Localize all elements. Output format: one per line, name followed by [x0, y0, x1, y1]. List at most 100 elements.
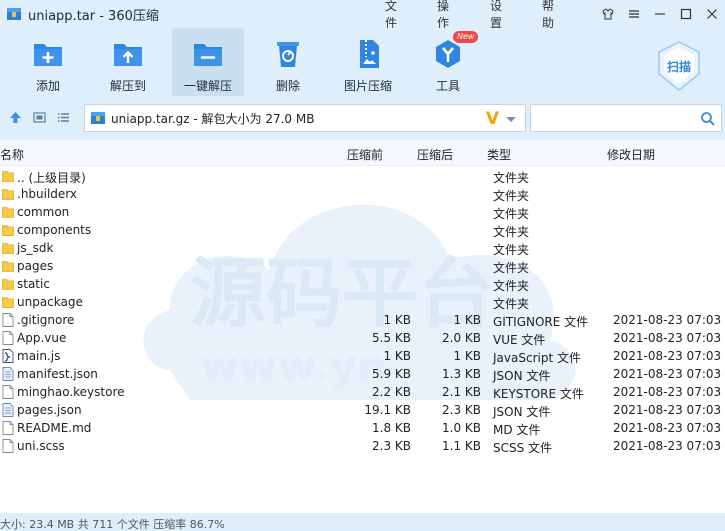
file-type: 文件夹	[493, 189, 530, 203]
file-type: MD 文件	[493, 423, 541, 437]
tools-button[interactable]: New 工具	[412, 28, 484, 96]
thumbnail-view-icon[interactable]	[32, 110, 47, 125]
verified-v-icon[interactable]: V	[486, 109, 499, 129]
file-name: pages	[17, 259, 54, 273]
image-compress-label: 图片压缩	[343, 79, 392, 93]
col-type[interactable]: 类型	[487, 146, 511, 163]
file-name: unpackage	[17, 295, 83, 309]
archive-file-icon	[91, 112, 105, 124]
file-row[interactable]: .hbuilderx 文件夹	[0, 185, 725, 203]
chevron-down-icon[interactable]	[505, 116, 517, 124]
menu-help[interactable]: 帮助	[542, 0, 554, 31]
file-row[interactable]: README.md 1.8 KB 1.0 KB MD 文件 2021-08-23 07:…	[0, 419, 725, 437]
file-type: 文件夹	[493, 279, 530, 293]
modified-date: 2021-08-23 07:03	[613, 331, 722, 345]
file-row[interactable]: minghao.keystore 2.2 KB 2.1 KB KEYSTORE 文件 2…	[0, 383, 725, 401]
file-row[interactable]: static 文件夹	[0, 275, 725, 293]
file-row[interactable]: manifest.json 5.9 KB 1.3 KB JSON 文件 2021-08-…	[0, 365, 725, 383]
one-click-extract-icon	[194, 44, 222, 66]
minimize-icon[interactable]	[653, 7, 667, 21]
up-arrow-icon[interactable]	[8, 110, 23, 125]
col-name[interactable]: 名称	[0, 146, 24, 163]
size-before: 2.2 KB	[372, 385, 411, 399]
file-row[interactable]: common 文件夹	[0, 203, 725, 221]
modified-date: 2021-08-23 07:03	[613, 367, 722, 381]
file-rows: .. (上级目录) 文件夹 .hbuilderx 文件夹 common 文件夹 compon…	[0, 167, 725, 455]
col-date[interactable]: 修改日期	[607, 146, 655, 163]
search-input[interactable]	[530, 104, 722, 132]
menu-icon[interactable]	[627, 7, 641, 21]
file-row[interactable]: js_sdk 文件夹	[0, 239, 725, 257]
recycle-bin-icon	[277, 42, 299, 67]
scan-button[interactable]: 扫描	[656, 40, 702, 92]
folder-icon	[2, 187, 14, 201]
skin-icon[interactable]	[601, 7, 615, 21]
add-button[interactable]: 添加	[12, 28, 84, 96]
file-row[interactable]: main.js 1 KB 1 KB JavaScript 文件 2021-08-23 0…	[0, 347, 725, 365]
file-name: pages.json	[17, 403, 82, 417]
tools-label: 工具	[435, 79, 460, 93]
folder-icon	[2, 259, 14, 273]
list-view-icon[interactable]	[56, 110, 71, 125]
file-type: GITIGNORE 文件	[493, 315, 589, 329]
new-badge: New	[453, 31, 479, 43]
size-after: 2.1 KB	[442, 385, 481, 399]
search-icon[interactable]	[700, 111, 716, 127]
size-before: 2.3 KB	[372, 439, 411, 453]
file-name: common	[17, 205, 70, 219]
maximize-icon[interactable]	[679, 7, 693, 21]
file-row[interactable]: App.vue 5.5 KB 2.0 KB VUE 文件 2021-08-23 07:0…	[0, 329, 725, 347]
file-type: JSON 文件	[493, 405, 551, 419]
path-field[interactable]: uniapp.tar.gz - 解包大小为 27.0 MB V	[84, 104, 526, 132]
window-title: uniapp.tar - 360压缩	[28, 8, 159, 24]
folder-icon	[2, 205, 14, 219]
file-type: 文件夹	[493, 297, 530, 311]
toolbar: 添加 解压到 一键解压 删除 图片压缩 New 工具 扫描	[0, 28, 725, 98]
size-before: 5.9 KB	[372, 367, 411, 381]
file-name: minghao.keystore	[17, 385, 125, 399]
menu-settings[interactable]: 设置	[490, 0, 502, 31]
file-row[interactable]: unpackage 文件夹	[0, 293, 725, 311]
modified-date: 2021-08-23 07:03	[613, 439, 722, 453]
add-folder-icon	[34, 44, 62, 66]
file-icon	[2, 421, 14, 435]
file-type: 文件夹	[493, 207, 530, 221]
menu-file[interactable]: 文件	[385, 0, 397, 31]
image-compress-button[interactable]: 图片压缩	[332, 28, 404, 96]
tools-icon-wrap: New	[431, 31, 479, 71]
file-row[interactable]: .. (上级目录) 文件夹	[0, 167, 725, 185]
file-row[interactable]: components 文件夹	[0, 221, 725, 239]
file-type: 文件夹	[493, 243, 530, 257]
folder-icon	[2, 277, 14, 291]
folder-icon	[2, 241, 14, 255]
size-after: 1.0 KB	[442, 421, 481, 435]
file-row[interactable]: pages.json 19.1 KB 2.3 KB JSON 文件 2021-08-23…	[0, 401, 725, 419]
size-before: 1.8 KB	[372, 421, 411, 435]
file-icon	[2, 385, 14, 399]
modified-date: 2021-08-23 07:03	[613, 349, 722, 363]
size-after: 2.3 KB	[442, 403, 481, 417]
col-before[interactable]: 压缩前	[347, 146, 383, 163]
file-row[interactable]: pages 文件夹	[0, 257, 725, 275]
folder-icon	[2, 169, 14, 183]
file-type: 文件夹	[493, 225, 530, 239]
file-row[interactable]: .gitignore 1 KB 1 KB GITIGNORE 文件 2021-08-23…	[0, 311, 725, 329]
folder-icon	[2, 223, 14, 237]
path-text: uniapp.tar.gz - 解包大小为 27.0 MB	[111, 111, 315, 126]
folder-icon	[2, 295, 14, 309]
file-name: main.js	[17, 349, 61, 363]
delete-button[interactable]: 删除	[252, 28, 324, 96]
file-type: 文件夹	[493, 171, 530, 185]
file-type: 文件夹	[493, 261, 530, 275]
size-before: 1 KB	[383, 349, 411, 363]
size-after: 2.0 KB	[442, 331, 481, 345]
one-click-extract-button[interactable]: 一键解压	[172, 28, 244, 96]
file-type: JavaScript 文件	[493, 351, 581, 365]
file-name: manifest.json	[17, 367, 98, 381]
close-icon[interactable]	[705, 7, 719, 21]
menu-operate[interactable]: 操作	[437, 0, 449, 31]
col-after[interactable]: 压缩后	[417, 146, 453, 163]
file-row[interactable]: uni.scss 2.3 KB 1.1 KB SCSS 文件 2021-08-23 07…	[0, 437, 725, 455]
extract-to-button[interactable]: 解压到	[92, 28, 164, 96]
delete-label: 删除	[275, 79, 300, 93]
